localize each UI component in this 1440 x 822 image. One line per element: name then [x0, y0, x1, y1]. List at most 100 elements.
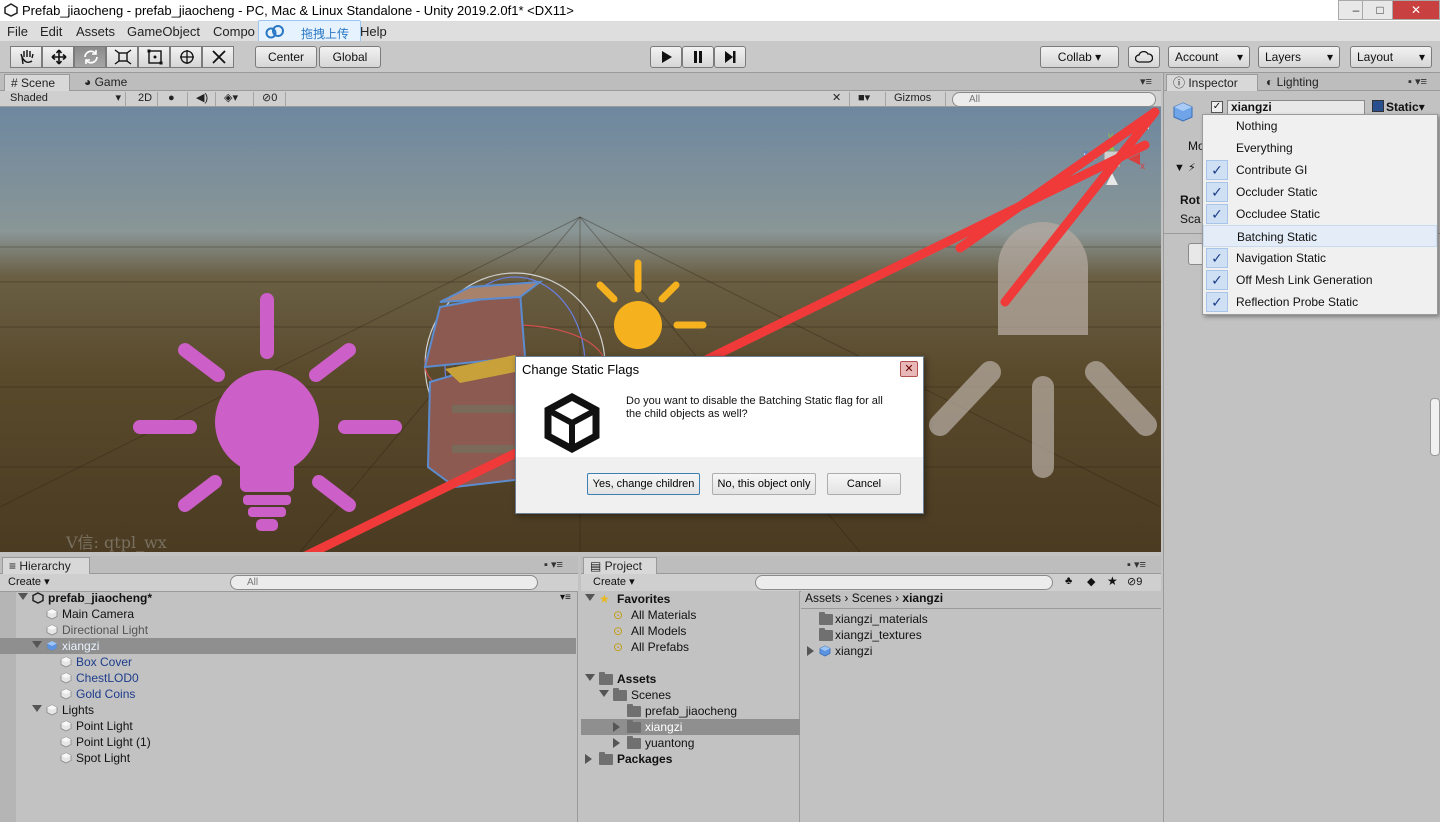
camera-dropdown[interactable]: ■▾: [852, 92, 886, 106]
panel-menu-icon[interactable]: ▪ ▾≡: [1127, 558, 1146, 571]
breadcrumb-xiangzi[interactable]: xiangzi: [902, 591, 943, 605]
collapsed-arrow-icon[interactable]: [585, 754, 592, 764]
hierarchy-row[interactable]: Box Cover: [0, 654, 576, 670]
dialog-close-button[interactable]: ✕: [900, 361, 918, 377]
hierarchy-row[interactable]: Main Camera: [0, 606, 576, 622]
step-button[interactable]: [714, 46, 746, 68]
static-flag-menu-item[interactable]: ✓ Occludee Static: [1203, 203, 1437, 225]
no-this-object-only-button[interactable]: No, this object only: [712, 473, 816, 495]
project-file-row[interactable]: xiangzi_materials: [801, 611, 1161, 627]
collab-dropdown[interactable]: Collab ▾: [1040, 46, 1119, 68]
active-checkbox[interactable]: ✓: [1211, 101, 1223, 113]
project-file-row[interactable]: xiangzi: [801, 643, 1161, 659]
filter-by-label-icon[interactable]: ◆: [1087, 575, 1095, 588]
scene-tools-button[interactable]: ✕: [826, 92, 850, 106]
tab-scene[interactable]: # Scene: [4, 74, 70, 91]
tab-lighting[interactable]: ◐ Lighting: [1260, 74, 1340, 91]
menu-help[interactable]: Help: [360, 24, 387, 39]
expand-arrow-icon[interactable]: [32, 641, 42, 648]
menu-assets[interactable]: Assets: [76, 24, 115, 39]
collapsed-arrow-icon[interactable]: [807, 646, 814, 656]
pivot-toggle-button[interactable]: Center: [255, 46, 317, 68]
expand-arrow-icon[interactable]: [599, 690, 609, 697]
static-flag-menu-item[interactable]: Everything: [1203, 137, 1437, 159]
project-tree-row[interactable]: prefab_jiaocheng: [581, 703, 800, 719]
scene-menu-icon[interactable]: ▾≡: [560, 590, 571, 606]
play-button[interactable]: [650, 46, 682, 68]
mode-2d-toggle[interactable]: 2D: [132, 92, 158, 106]
static-flag-menu-item[interactable]: Nothing: [1203, 115, 1437, 137]
inspector-scrollbar[interactable]: [1430, 398, 1440, 456]
static-flag-menu-item[interactable]: Batching Static: [1203, 225, 1437, 247]
expand-arrow-icon[interactable]: [585, 674, 595, 681]
hidden-objects-toggle[interactable]: ⊘0: [256, 92, 286, 106]
menu-file[interactable]: File: [7, 24, 28, 39]
transform-expand-icon[interactable]: ▼ ⚡: [1174, 161, 1196, 174]
hierarchy-row[interactable]: ChestLOD0: [0, 670, 576, 686]
menu-component[interactable]: Compo: [213, 24, 255, 39]
cloud-services-button[interactable]: [1128, 46, 1160, 68]
panel-menu-icon[interactable]: ▪ ▾≡: [1408, 75, 1427, 88]
hidden-packages-toggle[interactable]: ⊘9: [1127, 575, 1142, 588]
hierarchy-row[interactable]: Spot Light: [0, 750, 576, 766]
project-tree-row[interactable]: ⊙ All Models: [581, 623, 800, 639]
project-tree-row[interactable]: Assets: [581, 671, 800, 687]
hierarchy-row[interactable]: Point Light: [0, 718, 576, 734]
hierarchy-row[interactable]: Lights: [0, 702, 576, 718]
hierarchy-scene-row[interactable]: prefab_jiaocheng* ▾≡: [0, 590, 576, 606]
lighting-toggle[interactable]: ●: [162, 92, 188, 106]
hierarchy-search-input[interactable]: All: [230, 575, 538, 590]
project-tree-row[interactable]: ⊙ All Materials: [581, 607, 800, 623]
menu-gameobject[interactable]: GameObject: [127, 24, 200, 39]
hierarchy-row[interactable]: Gold Coins: [0, 686, 576, 702]
layout-dropdown[interactable]: Layout ▾: [1350, 46, 1432, 68]
shading-mode-dropdown[interactable]: Shaded ▾: [4, 92, 126, 106]
layers-dropdown[interactable]: Layers ▾: [1258, 46, 1340, 68]
static-flag-menu-item[interactable]: ✓ Reflection Probe Static: [1203, 291, 1437, 313]
static-dropdown[interactable]: Static▾: [1386, 100, 1425, 114]
scale-tool-button[interactable]: [106, 46, 138, 68]
project-search-input[interactable]: [755, 575, 1053, 590]
project-tree-row[interactable]: Scenes: [581, 687, 800, 703]
breadcrumb-assets[interactable]: Assets: [805, 591, 841, 605]
pause-button[interactable]: [682, 46, 714, 68]
project-tree-row[interactable]: yuantong: [581, 735, 800, 751]
panel-menu-icon[interactable]: ▪ ▾≡: [544, 558, 563, 571]
project-file-row[interactable]: xiangzi_textures: [801, 627, 1161, 643]
move-tool-button[interactable]: [42, 46, 74, 68]
hierarchy-row[interactable]: Point Light (1): [0, 734, 576, 750]
audio-toggle[interactable]: ◀): [190, 92, 216, 106]
tab-game[interactable]: ◕ Game: [78, 74, 144, 91]
expand-arrow-icon[interactable]: [32, 705, 42, 712]
close-button[interactable]: ✕: [1392, 0, 1440, 20]
expand-arrow-icon[interactable]: [585, 594, 595, 601]
project-create-dropdown[interactable]: Create ▾: [593, 575, 635, 591]
collapsed-arrow-icon[interactable]: [613, 738, 620, 748]
panel-menu-icon[interactable]: ▾≡: [1140, 75, 1152, 88]
filter-by-type-icon[interactable]: ♣: [1065, 575, 1072, 587]
cancel-button[interactable]: Cancel: [827, 473, 901, 495]
project-tree-row[interactable]: ⊙ All Prefabs: [581, 639, 800, 655]
breadcrumb-scenes[interactable]: Scenes: [852, 591, 892, 605]
effects-dropdown[interactable]: ◈▾: [218, 92, 254, 106]
transform-tool-button[interactable]: [170, 46, 202, 68]
static-flag-menu-item[interactable]: ✓ Contribute GI: [1203, 159, 1437, 181]
static-flag-menu-item[interactable]: ✓ Occluder Static: [1203, 181, 1437, 203]
hand-tool-button[interactable]: [10, 46, 42, 68]
favorite-star-icon[interactable]: ★: [1107, 574, 1118, 588]
project-tree-row[interactable]: xiangzi: [581, 719, 800, 735]
tab-project[interactable]: ▤ Project: [583, 557, 657, 574]
space-toggle-button[interactable]: Global: [319, 46, 381, 68]
account-dropdown[interactable]: Account ▾: [1168, 46, 1250, 68]
hierarchy-row[interactable]: xiangzi: [0, 638, 576, 654]
project-tree-row[interactable]: Packages: [581, 751, 800, 767]
project-tree-row[interactable]: ★ Favorites: [581, 591, 800, 607]
hierarchy-row[interactable]: Directional Light: [0, 622, 576, 638]
menu-edit[interactable]: Edit: [40, 24, 62, 39]
expand-arrow-icon[interactable]: [18, 593, 28, 600]
object-name-field[interactable]: xiangzi: [1227, 100, 1365, 115]
static-checkbox[interactable]: [1372, 100, 1384, 112]
collapsed-arrow-icon[interactable]: [613, 722, 620, 732]
rotate-tool-button[interactable]: [74, 46, 106, 68]
static-flag-menu-item[interactable]: ✓ Off Mesh Link Generation: [1203, 269, 1437, 291]
